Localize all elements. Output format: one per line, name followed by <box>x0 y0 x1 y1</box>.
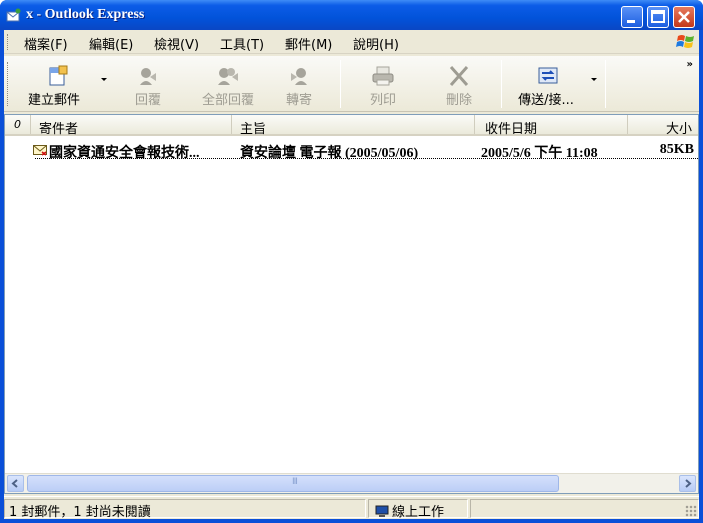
forward-icon <box>291 68 307 85</box>
forward-button[interactable]: 轉寄 <box>276 56 322 112</box>
menu-grip[interactable] <box>7 34 10 50</box>
compose-dropdown-arrow[interactable] <box>101 78 107 81</box>
status-empty-pane <box>470 499 699 518</box>
reply-label: 回覆 <box>134 93 161 108</box>
minimize-button[interactable] <box>621 6 643 28</box>
forward-label: 轉寄 <box>285 93 312 108</box>
arrow-left-icon <box>11 479 18 488</box>
new-mail-icon <box>49 65 68 86</box>
window-title: x - Outlook Express <box>26 7 145 22</box>
menu-help[interactable]: 說明(H) <box>353 34 399 53</box>
maximize-icon <box>651 10 665 23</box>
reply-all-icon <box>218 68 238 85</box>
print-label: 列印 <box>369 93 396 108</box>
maximize-button[interactable] <box>647 6 669 28</box>
reply-icon <box>140 68 156 85</box>
scroll-thumb[interactable]: III <box>27 475 559 492</box>
client-area: 檔案(F) 編輯(E) 檢視(V) 工具(T) 郵件(M) 說明(H) 建立郵件… <box>4 30 699 520</box>
computer-icon <box>375 505 389 517</box>
menu-message[interactable]: 郵件(M) <box>285 34 332 53</box>
received-column-header[interactable]: 收件日期 <box>475 115 628 137</box>
size-column-header[interactable]: 大小 <box>628 115 698 137</box>
message-received: 2005/5/6 下午 11:08 <box>481 146 598 161</box>
toolbar-separator <box>501 60 502 108</box>
column-header: 0 寄件者 主旨 收件日期 大小 <box>5 115 698 137</box>
delete-label: 刪除 <box>445 93 472 108</box>
send-receive-dropdown-arrow[interactable] <box>591 78 597 81</box>
outlook-express-window: x - Outlook Express 檔案(F) 編輯(E) 檢視(V) 工具… <box>0 0 703 523</box>
title-bar[interactable]: x - Outlook Express <box>0 0 703 30</box>
status-message-count: 1 封郵件，1 封尚未閱讀 <box>4 499 366 520</box>
unread-mail-icon <box>33 145 47 156</box>
message-from: 國家資通安全會報技術... <box>49 146 200 161</box>
attachment-column-header[interactable]: 0 <box>5 115 31 134</box>
send-receive-icon <box>538 67 558 84</box>
send-receive-button[interactable]: 傳送/接... <box>508 56 600 112</box>
toolbar-overflow-chevron[interactable]: » <box>687 59 693 70</box>
toolbar-separator <box>340 60 341 108</box>
menu-bar: 檔案(F) 編輯(E) 檢視(V) 工具(T) 郵件(M) 說明(H) <box>4 30 699 54</box>
resize-grip[interactable] <box>685 505 697 517</box>
status-bar: 1 封郵件，1 封尚未閱讀 線上工作 <box>4 496 699 520</box>
reply-button[interactable]: 回覆 <box>122 56 174 112</box>
status-connection-text: 線上工作 <box>392 505 445 520</box>
delete-x-icon <box>449 66 469 86</box>
delete-button[interactable]: 刪除 <box>434 56 484 112</box>
toolbar-separator <box>605 60 606 108</box>
minimize-icon <box>627 20 635 23</box>
message-row[interactable]: 國家資通安全會報技術... 資安論壇 電子報 (2005/05/06) 2005… <box>5 141 698 161</box>
scroll-left-button[interactable] <box>7 475 24 492</box>
toolbar: 建立郵件 回覆 全部回覆 轉寄 列印 刪除 傳送/接... » <box>4 56 699 112</box>
compose-button[interactable]: 建立郵件 <box>18 56 108 112</box>
windows-logo-icon <box>676 35 694 48</box>
arrow-right-icon <box>685 479 692 488</box>
reply-all-label: 全部回覆 <box>201 93 254 108</box>
reply-all-button[interactable]: 全部回覆 <box>190 56 266 112</box>
menu-view[interactable]: 檢視(V) <box>154 34 199 53</box>
scroll-thumb-grip: III <box>292 477 298 487</box>
send-receive-label: 傳送/接... <box>518 93 574 108</box>
status-connection-pane: 線上工作 <box>368 499 468 520</box>
horizontal-scrollbar[interactable]: III <box>5 473 698 493</box>
outlook-express-icon <box>6 8 21 22</box>
scroll-right-button[interactable] <box>679 475 696 492</box>
message-list[interactable]: 0 寄件者 主旨 收件日期 大小 國家資通安全會報技術... 資安論壇 電子報 … <box>4 114 699 494</box>
print-button[interactable]: 列印 <box>358 56 408 112</box>
menu-file[interactable]: 檔案(F) <box>24 34 68 53</box>
message-subject: 資安論壇 電子報 (2005/05/06) <box>240 146 419 161</box>
message-size: 85KB <box>659 142 694 157</box>
compose-label: 建立郵件 <box>27 93 80 108</box>
subject-column-header[interactable]: 主旨 <box>232 115 475 137</box>
close-icon <box>678 11 690 23</box>
menu-tools[interactable]: 工具(T) <box>220 34 264 53</box>
from-column-header[interactable]: 寄件者 <box>31 115 232 137</box>
menu-edit[interactable]: 編輯(E) <box>89 34 133 53</box>
toolbar-grip[interactable] <box>7 62 10 106</box>
printer-icon <box>372 66 394 86</box>
row-focus-underline <box>35 158 698 159</box>
close-button[interactable] <box>673 6 695 28</box>
